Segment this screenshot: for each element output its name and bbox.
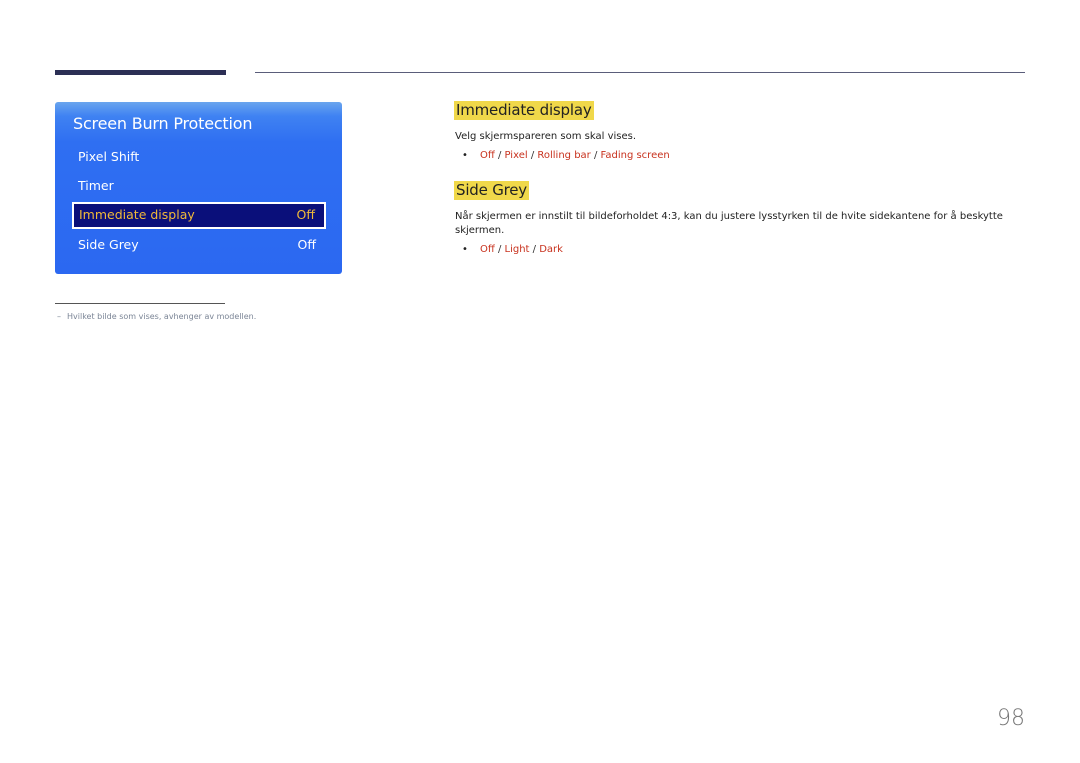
option-rolling-bar: Rolling bar	[537, 150, 591, 161]
osd-menu-title: Screen Burn Protection	[73, 114, 253, 133]
options-list: • Off / Light / Dark	[462, 244, 563, 255]
option-dark: Dark	[539, 244, 563, 255]
option-pixel: Pixel	[504, 150, 528, 161]
footnote-dash: –	[57, 312, 61, 321]
footnote: – Hvilket bilde som vises, avhenger av mo…	[57, 312, 256, 321]
osd-item-immediate-display[interactable]: Immediate display Off	[72, 202, 326, 229]
osd-item-value: Off	[296, 207, 315, 222]
option-off: Off	[480, 150, 495, 161]
osd-item-label: Timer	[78, 178, 114, 193]
footnote-text: Hvilket bilde som vises, avhenger av mod…	[67, 312, 257, 321]
footnote-rule	[55, 303, 225, 304]
bullet-icon: •	[462, 244, 468, 255]
header-rule	[255, 72, 1025, 73]
option-off: Off	[480, 244, 495, 255]
osd-item-timer[interactable]: Timer	[72, 173, 326, 199]
options-list: • Off / Pixel / Rolling bar / Fading scre…	[462, 150, 670, 161]
option-light: Light	[504, 244, 530, 255]
page-number: 98	[997, 706, 1025, 731]
osd-item-value: Off	[297, 237, 316, 252]
separator: /	[494, 244, 505, 255]
section-heading-side-grey: Side Grey	[454, 181, 529, 200]
osd-item-side-grey[interactable]: Side Grey Off	[72, 232, 326, 258]
separator: /	[494, 150, 505, 161]
section-heading-immediate-display: Immediate display	[454, 101, 594, 120]
section-description: Når skjermen er innstilt til bildeforhol…	[455, 211, 1003, 236]
section-description: Velg skjermspareren som skal vises.	[455, 131, 637, 142]
osd-item-label: Immediate display	[79, 207, 195, 222]
osd-item-pixel-shift[interactable]: Pixel Shift	[72, 144, 326, 170]
osd-menu-screen-burn-protection: Screen Burn Protection Pixel Shift Timer…	[55, 102, 342, 274]
separator: /	[590, 150, 601, 161]
header-bar-thick	[55, 70, 226, 75]
option-fading-screen: Fading screen	[600, 150, 670, 161]
separator: /	[527, 150, 538, 161]
osd-item-label: Side Grey	[78, 237, 139, 252]
separator: /	[529, 244, 540, 255]
bullet-icon: •	[462, 150, 468, 161]
osd-item-label: Pixel Shift	[78, 149, 140, 164]
